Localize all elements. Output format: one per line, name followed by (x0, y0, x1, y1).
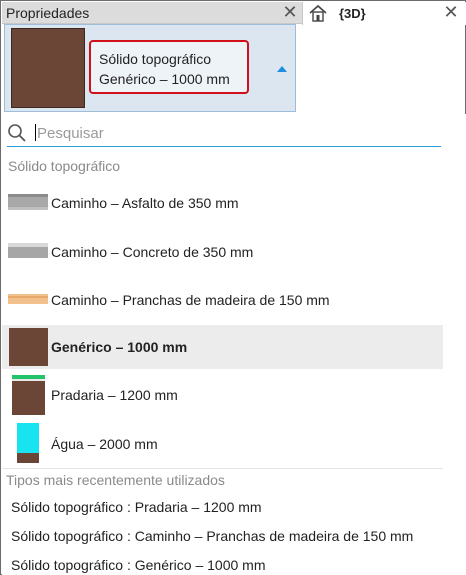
wood-path-swatch (8, 294, 48, 304)
type-name-label: Genérico – 1000 mm (99, 71, 230, 87)
list-item-agua[interactable]: Água – 2000 mm (2, 421, 443, 465)
recent-item[interactable]: Sólido topográfico : Pradaria – 1200 mm (11, 499, 262, 515)
list-item-label: Caminho – Asfalto de 350 mm (51, 195, 239, 211)
recent-item[interactable]: Sólido topográfico : Caminho – Pranchas … (11, 528, 413, 544)
type-family-label: Sólido topográfico (99, 51, 212, 67)
list-item-generico[interactable]: Genérico – 1000 mm (2, 325, 443, 369)
group-header: Sólido topográfico (8, 158, 121, 174)
text-cursor (35, 124, 36, 141)
home-icon (309, 4, 327, 22)
search-icon (8, 124, 26, 142)
water-soil-swatch (17, 423, 39, 463)
list-item-pradaria[interactable]: Pradaria – 1200 mm (2, 373, 443, 417)
concrete-path-swatch (8, 243, 48, 258)
type-swatch (11, 28, 85, 108)
recent-item[interactable]: Sólido topográfico : Genérico – 1000 mm (11, 557, 265, 573)
list-item-label: Caminho – Concreto de 350 mm (51, 244, 254, 260)
type-selector[interactable]: Sólido topográfico Genérico – 1000 mm (4, 24, 296, 112)
asphalt-path-swatch (8, 194, 48, 210)
list-item-label: Genérico – 1000 mm (51, 339, 188, 355)
tab-3d-view[interactable]: {3D} ✕ (302, 2, 466, 25)
list-item-label: Pradaria – 1200 mm (51, 387, 178, 403)
properties-window: Propriedades ✕ {3D} ✕ Sólido topográfico… (0, 0, 466, 575)
title-bar: Propriedades ✕ {3D} ✕ (2, 2, 466, 25)
properties-panel-header: Propriedades ✕ (2, 2, 302, 24)
grass-soil-swatch (12, 375, 45, 415)
type-name-highlight: Sólido topográfico Genérico – 1000 mm (89, 40, 249, 94)
list-item-asfalto[interactable]: Caminho – Asfalto de 350 mm (2, 181, 443, 225)
type-dropdown-list: Sólido topográfico Caminho – Asfalto de … (2, 114, 466, 575)
list-item-label: Água – 2000 mm (51, 436, 158, 452)
divider (2, 468, 443, 469)
close-panel-icon[interactable]: ✕ (281, 3, 299, 21)
search-bar (7, 120, 441, 147)
search-input[interactable] (37, 122, 427, 144)
panel-title: Propriedades (6, 5, 90, 21)
list-item-label: Caminho – Pranchas de madeira de 150 mm (51, 292, 330, 308)
collapse-arrow-icon[interactable] (277, 66, 287, 72)
recent-header: Tipos mais recentemente utilizados (6, 472, 225, 488)
list-item-concreto[interactable]: Caminho – Concreto de 350 mm (2, 229, 443, 273)
tab-3d-label: {3D} (339, 6, 366, 21)
close-tab-icon[interactable]: ✕ (442, 3, 460, 21)
generic-soil-swatch (9, 328, 48, 366)
list-item-madeira[interactable]: Caminho – Pranchas de madeira de 150 mm (2, 277, 443, 321)
